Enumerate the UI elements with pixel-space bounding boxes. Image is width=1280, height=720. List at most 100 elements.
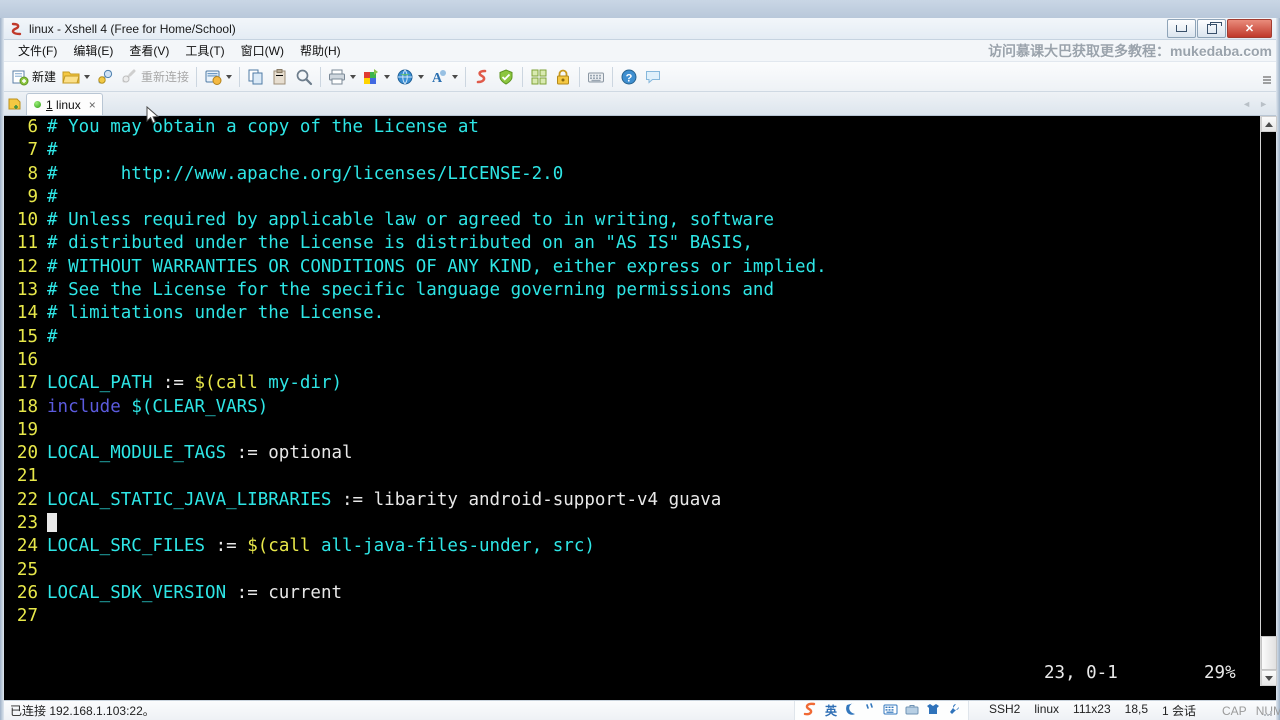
toolbar-reconnect[interactable]: 重新连接: [117, 64, 192, 90]
scroll-up-button[interactable]: [1261, 116, 1277, 132]
scrollbar-thumb[interactable]: [1261, 636, 1277, 670]
resize-grip[interactable]: [1262, 706, 1274, 718]
line-number: 14: [16, 303, 38, 324]
toolbar-overflow-button[interactable]: [1262, 72, 1272, 90]
code-token: call: [215, 373, 258, 394]
terminal-line: 6 # You may obtain a copy of the License …: [4, 116, 1260, 139]
new-tab-icon[interactable]: [4, 93, 26, 115]
window-frame-top: [0, 0, 1280, 18]
code-token: := libarity android-support-v4 guava: [331, 489, 722, 510]
restore-button[interactable]: [1197, 19, 1226, 38]
xshell-icon: [10, 22, 24, 36]
paste-icon: [271, 68, 289, 86]
code-token: LOCAL_MODULE_TAGS: [47, 443, 227, 464]
toolbar-separator-4: [465, 66, 467, 87]
toolbar-script-run[interactable]: [470, 64, 494, 90]
ime-toolbar[interactable]: 英: [794, 701, 970, 720]
line-content: # limitations under the License.: [47, 302, 384, 325]
tab-linux[interactable]: 1 linux ×: [26, 93, 103, 115]
line-content: LOCAL_SRC_FILES := $(call all-java-files…: [47, 535, 595, 558]
toolbar-session-manager[interactable]: [201, 64, 235, 90]
close-button[interactable]: ✕: [1227, 19, 1272, 38]
ime-moon-icon[interactable]: [844, 702, 857, 719]
toolbar-new-session[interactable]: 新建: [8, 64, 59, 90]
open-dropdown-caret[interactable]: [84, 74, 91, 79]
scrollbar-track[interactable]: [1261, 132, 1277, 670]
line-number: 19: [16, 419, 38, 440]
vim-cursor-position: 23, 0-1: [1044, 663, 1118, 683]
ime-settings-icon[interactable]: [947, 702, 961, 719]
line-number: 22: [16, 489, 38, 510]
toolbar-copy[interactable]: [244, 64, 268, 90]
web-dropdown-caret[interactable]: [418, 74, 425, 79]
terminal-line: 23: [4, 512, 1260, 535]
scroll-down-button[interactable]: [1261, 670, 1277, 686]
toolbar-feedback[interactable]: [641, 64, 665, 90]
code-token: :=: [205, 536, 248, 557]
terminal-line: 7 #: [4, 139, 1260, 162]
session-name-label: linux: [1034, 702, 1060, 716]
minimize-button[interactable]: [1167, 19, 1196, 38]
toolbar-separator-6: [579, 66, 581, 87]
status-bar: 已连接 192.168.1.103:22。 英 SSH2 linux 111x2…: [4, 700, 1280, 720]
toolbar-lock[interactable]: [551, 64, 575, 90]
code-token: LOCAL_STATIC_JAVA_LIBRARIES: [47, 489, 332, 510]
line-content: LOCAL_STATIC_JAVA_LIBRARIES := libarity …: [47, 489, 721, 512]
toolbar-print[interactable]: [325, 64, 359, 90]
toolbar-keyboard[interactable]: [584, 64, 608, 90]
color-palette-icon: [362, 68, 380, 86]
terminal-screen[interactable]: 6 # You may obtain a copy of the License …: [4, 116, 1260, 686]
toolbar-script-stop[interactable]: [494, 64, 518, 90]
toolbar-open[interactable]: [59, 64, 93, 90]
menu-help[interactable]: 帮助(H): [292, 40, 349, 61]
vim-scroll-percent: 29%: [1204, 663, 1236, 683]
code-token: # http://www.apache.org/licenses/LICENSE…: [47, 163, 564, 184]
line-content: #: [47, 186, 58, 209]
code-token: #: [47, 186, 58, 207]
terminal-line: 21: [4, 465, 1260, 488]
menu-edit[interactable]: 编辑(E): [65, 40, 121, 61]
ime-language-label[interactable]: 英: [825, 702, 837, 719]
menu-window[interactable]: 窗口(W): [233, 40, 292, 61]
session-dropdown-caret[interactable]: [226, 74, 233, 79]
toolbar-find[interactable]: [292, 64, 316, 90]
line-content: LOCAL_SDK_VERSION := current: [47, 582, 342, 605]
toolbar-connect[interactable]: [93, 64, 117, 90]
line-number: 15: [16, 326, 38, 347]
toolbar-color-scheme[interactable]: [359, 64, 393, 90]
color-dropdown-caret[interactable]: [384, 74, 391, 79]
tab-scroll-left-icon[interactable]: ◄: [1242, 99, 1251, 109]
toolbar-web-transfer[interactable]: [393, 64, 427, 90]
connection-status: 已连接 192.168.1.103:22。: [10, 704, 155, 718]
font-dropdown-caret[interactable]: [452, 74, 459, 79]
toolbar-arrange-windows[interactable]: [527, 64, 551, 90]
code-token: # Unless required by applicable law or a…: [47, 210, 774, 231]
line-number: 18: [16, 396, 38, 417]
toolbar-separator-2: [239, 66, 241, 87]
terminal-line: 19: [4, 419, 1260, 442]
ime-keyboard-icon[interactable]: [883, 703, 898, 719]
tab-scroll-right-icon[interactable]: ►: [1259, 99, 1268, 109]
terminal-scrollbar[interactable]: [1260, 116, 1277, 686]
session-count-label: 1 会话: [1162, 704, 1197, 718]
ime-sparkle-icon[interactable]: [864, 702, 876, 719]
terminal-line: 13 # See the License for the specific lan…: [4, 279, 1260, 302]
toolbar-help[interactable]: ?: [617, 64, 641, 90]
tab-close-icon[interactable]: ×: [89, 98, 96, 112]
print-dropdown-caret[interactable]: [350, 74, 357, 79]
ime-toolbox-icon[interactable]: [905, 703, 919, 719]
menu-view[interactable]: 查看(V): [121, 40, 177, 61]
vim-status-line: 23, 0-1 29%: [4, 660, 1260, 686]
line-content: # See the License for the specific langu…: [47, 279, 774, 302]
chevron-up-icon: [1265, 121, 1273, 127]
menu-file[interactable]: 文件(F): [10, 40, 65, 61]
toolbar-font[interactable]: A: [427, 64, 461, 90]
line-content: # You may obtain a copy of the License a…: [47, 116, 479, 139]
keyboard-icon: [587, 68, 605, 86]
terminal-line: 15 #: [4, 326, 1260, 349]
toolbar-paste[interactable]: [268, 64, 292, 90]
ime-skin-icon[interactable]: [926, 702, 940, 719]
menu-tools[interactable]: 工具(T): [177, 40, 232, 61]
sogou-logo-icon[interactable]: [802, 702, 818, 720]
chat-bubble-icon: [644, 68, 662, 86]
